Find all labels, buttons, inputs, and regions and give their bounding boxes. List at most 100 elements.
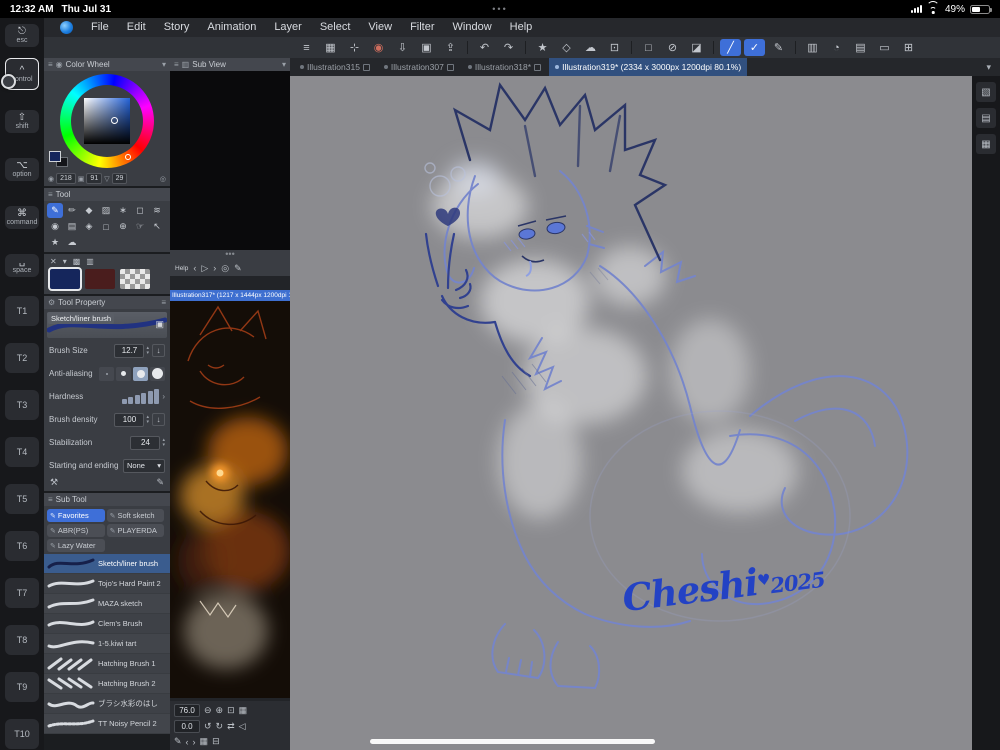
hue-value[interactable]: 218 xyxy=(56,173,76,184)
actual-size-icon[interactable]: ▦ xyxy=(239,705,248,716)
starting-ending-dropdown[interactable]: None ▾ xyxy=(123,458,165,473)
menu-filter[interactable]: Filter xyxy=(401,18,443,37)
panel-menu-icon[interactable]: ≡ xyxy=(174,60,179,69)
page-prev-icon[interactable]: ‹ xyxy=(186,737,189,747)
page-next-icon[interactable]: › xyxy=(193,737,196,747)
material-icon[interactable]: ▥ xyxy=(802,39,823,56)
hand-tool[interactable]: ☞ xyxy=(132,219,148,234)
trash-icon[interactable]: ⊟ xyxy=(212,736,220,747)
auto-action-icon[interactable]: ★ xyxy=(532,39,553,56)
brush-list-item[interactable]: MAZA sketch xyxy=(44,594,170,614)
t6-key[interactable]: T6 xyxy=(5,531,39,561)
menu-select[interactable]: Select xyxy=(311,18,360,37)
swatch-caret-icon[interactable]: ▾ xyxy=(63,257,67,266)
pencil-tool[interactable]: ✏ xyxy=(64,203,80,218)
rotate-right-icon[interactable]: ↻ xyxy=(216,721,224,732)
canvas-tab[interactable]: Illustration315 xyxy=(294,58,376,76)
flip-vertical-icon[interactable]: ◁ xyxy=(239,721,246,732)
zoom-tool[interactable]: ⊕ xyxy=(115,219,131,234)
zoom-out-icon[interactable]: ⊖ xyxy=(204,705,212,716)
folder-icon[interactable]: ▣ xyxy=(155,319,164,330)
aa-strong-button[interactable] xyxy=(150,366,165,381)
aa-weak-button[interactable] xyxy=(116,366,131,381)
panel-menu-icon[interactable]: ≡ xyxy=(48,190,53,199)
maximize-icon[interactable]: ⊞ xyxy=(898,39,919,56)
window-mode-icon[interactable]: ▭ xyxy=(874,39,895,56)
command-key[interactable]: ⌘ command xyxy=(5,206,39,229)
palette-icon[interactable]: ▤ xyxy=(850,39,871,56)
menu-view[interactable]: View xyxy=(359,18,401,37)
record-icon[interactable]: ◉ xyxy=(368,39,389,56)
panel-menu-icon[interactable]: ≡ xyxy=(48,60,53,69)
transparent-color-chip[interactable] xyxy=(120,269,150,289)
step-down-icon[interactable]: ▾ xyxy=(162,442,165,448)
edit-icon[interactable]: ✎ xyxy=(174,736,182,747)
transform-icon[interactable]: ⊹ xyxy=(344,39,365,56)
subtool-tab-lazy-water[interactable]: ✎ Lazy Water xyxy=(47,539,105,552)
brush-size-source-icon[interactable]: ↓ xyxy=(152,344,165,357)
hardness-slider[interactable] xyxy=(121,389,160,404)
t3-key[interactable]: T3 xyxy=(5,390,39,420)
brush-list-item[interactable]: Hatching Brush 1 xyxy=(44,654,170,674)
blend-tool[interactable]: ≋ xyxy=(149,203,165,218)
stabilization-stepper[interactable]: ▴ ▾ xyxy=(162,438,165,447)
manage-files-icon[interactable]: ▣ xyxy=(416,39,437,56)
tab-close-icon[interactable] xyxy=(534,63,542,71)
flip-horizontal-icon[interactable]: ⇄ xyxy=(227,721,235,732)
rotate-left-icon[interactable]: ↺ xyxy=(204,721,212,732)
panel-menu-icon[interactable]: ≡ xyxy=(161,298,166,307)
hue-cursor[interactable] xyxy=(125,154,131,160)
rotation-value[interactable]: 0.0 xyxy=(174,720,200,733)
panel-menu-icon[interactable]: ≡ xyxy=(48,495,53,504)
snap-special-ruler-icon[interactable]: ✓ xyxy=(744,39,765,56)
brightness-value[interactable]: 29 xyxy=(111,173,128,184)
brush-size-input[interactable]: 12.7 xyxy=(114,343,145,358)
menu-window[interactable]: Window xyxy=(444,18,501,37)
clip-studio-logo[interactable] xyxy=(60,21,73,34)
stabilization-input[interactable]: 24 xyxy=(130,435,161,450)
sv-cursor[interactable] xyxy=(111,117,118,124)
cloud-brush-tool[interactable]: ☁ xyxy=(64,235,80,250)
t1-key[interactable]: T1 xyxy=(5,296,39,326)
tab-list-chevron-icon[interactable]: ▾ xyxy=(977,62,1000,73)
space-key[interactable]: ␣ space xyxy=(5,254,39,277)
subtool-tab-playerda[interactable]: ✎ PLAYERDA xyxy=(106,524,165,537)
marker-tool[interactable]: ◆ xyxy=(81,203,97,218)
import-icon[interactable]: ⇩ xyxy=(392,39,413,56)
fit-screen-icon[interactable]: ⊡ xyxy=(227,705,235,716)
brush-density-source-icon[interactable]: ↓ xyxy=(152,413,165,426)
select-area-icon[interactable]: □ xyxy=(638,39,659,56)
subtool-tab-favorites[interactable]: ✎ Favorites xyxy=(47,509,105,522)
undo-icon[interactable]: ↶ xyxy=(474,39,495,56)
move-tool[interactable]: ↖ xyxy=(149,219,165,234)
brush-list-item[interactable]: Hatching Brush 2 xyxy=(44,674,170,694)
step-down-icon[interactable]: ▾ xyxy=(146,350,149,356)
brush-list-item[interactable]: ブラシ水彩のはし xyxy=(44,694,170,714)
option-key[interactable]: ⌥ option xyxy=(5,158,39,181)
menu-file[interactable]: File xyxy=(82,18,118,37)
aa-none-button[interactable] xyxy=(99,366,114,381)
figure-tool[interactable]: ◈ xyxy=(81,219,97,234)
brush-list-item[interactable]: TT Noisy Pencil 2 xyxy=(44,714,170,734)
brush-density-input[interactable]: 100 xyxy=(114,412,145,427)
fill-tool[interactable]: ◉ xyxy=(47,219,63,234)
invert-selection-icon[interactable]: ◪ xyxy=(686,39,707,56)
decoration-tool[interactable]: ∗ xyxy=(115,203,131,218)
menu-story[interactable]: Story xyxy=(155,18,199,37)
brush-list-item[interactable]: 1-5.kiwi tart xyxy=(44,634,170,654)
drawing-canvas[interactable]: Cheshi♥2025 xyxy=(290,76,972,750)
current-color-pair[interactable] xyxy=(49,151,69,167)
edit-property-icon[interactable]: ✎ xyxy=(156,477,164,488)
subtool-tab-soft-sketch[interactable]: ✎ Soft sketch xyxy=(106,509,165,522)
gradient-tool[interactable]: ▤ xyxy=(64,219,80,234)
brush-density-stepper[interactable]: ▴ ▾ xyxy=(146,415,149,424)
esc-key[interactable]: ⎋ esc xyxy=(5,24,39,47)
next-image-icon[interactable]: › xyxy=(213,263,216,273)
brush-list-item[interactable]: Tojo's Hard Paint 2 xyxy=(44,574,170,594)
saturation-value[interactable]: 91 xyxy=(86,173,103,184)
play-icon[interactable]: ▷ xyxy=(201,263,208,274)
clear-icon[interactable]: ◇ xyxy=(556,39,577,56)
layer-property-panel-icon[interactable]: ▦ xyxy=(976,134,996,154)
shift-key[interactable]: ⇧ shift xyxy=(5,110,39,133)
t10-key[interactable]: T10 xyxy=(5,719,39,749)
